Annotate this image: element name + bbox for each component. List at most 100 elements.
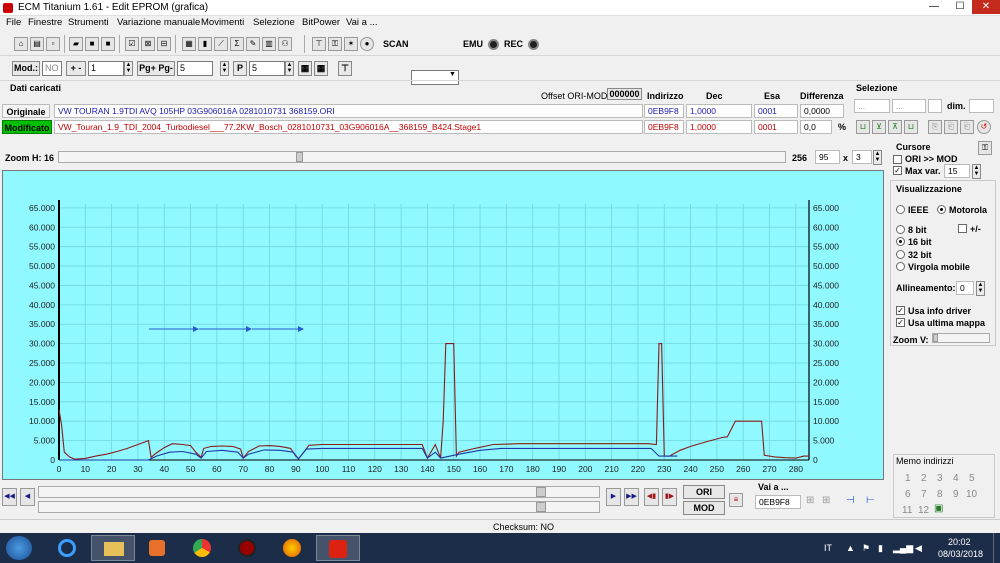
memo-8[interactable]: 8 [937,489,943,500]
h-scroll-mod[interactable] [38,501,600,513]
paste-icon[interactable]: ⎗ [944,120,958,134]
line-chart[interactable]: 0 05.000 5.00010.000 10.00015.000 15.00020.0… [3,171,885,481]
firefox-taskbar-icon[interactable] [271,535,315,561]
memo-12[interactable]: 12 [918,505,929,516]
menu-variazione-manuale[interactable]: Variazione manuale [117,17,200,28]
lock-icon[interactable]: ⚿ [328,37,342,51]
signed-checkbox[interactable] [958,224,967,233]
checkbox-icon[interactable]: ☑ [125,37,139,51]
save-icon[interactable]: ■ [85,37,99,51]
home-icon[interactable]: ⌂ [14,37,28,51]
float-radio[interactable] [896,262,905,271]
menu-finestre[interactable]: Finestre [28,17,62,28]
align-spinner[interactable]: ▲ ▼ [976,281,985,296]
windows-icon[interactable]: ▤ [30,37,44,51]
tray-time[interactable]: 20:02 [948,537,971,547]
menu-bitpower[interactable]: BitPower [302,17,340,28]
flag-icon[interactable]: ≡ [729,493,743,507]
memo-2[interactable]: 2 [921,473,927,484]
open-folder-icon[interactable]: ▰ [69,37,83,51]
emu-toggle[interactable] [488,39,499,50]
menu-strumenti[interactable]: Strumenti [68,17,109,28]
driver2-icon[interactable]: ⊤ [338,61,352,76]
language-indicator[interactable]: IT [824,543,832,553]
memo-11[interactable]: 11 [902,505,912,516]
zoom-mult-spinner[interactable]: ▲ ▼ [873,150,882,165]
tray-arrow-icon[interactable]: ▲ [846,543,855,553]
p-icon[interactable]: P [233,61,247,76]
plus-minus-button[interactable]: + - [66,61,86,76]
close-button[interactable]: ✕ [972,0,1000,14]
zoom-h-thumb[interactable] [296,152,303,162]
mod-button[interactable]: MOD [683,501,725,515]
memo-6[interactable]: 6 [905,489,911,500]
prev-diff-icon[interactable]: ◀▮ [644,488,659,506]
pg-spinner[interactable]: ▲ ▼ [220,61,229,76]
vai-a-input[interactable]: 0EB9F8 [755,495,801,509]
p-input[interactable]: 5 [249,61,285,76]
menu-movimenti[interactable]: Movimenti [201,17,244,28]
grid2-icon[interactable]: ▦ [314,61,328,76]
show-desktop-button[interactable] [993,533,1000,563]
network-tray-icon[interactable]: ▂▄▆ [893,543,913,554]
zoom-v-slider[interactable] [932,333,990,343]
max-var-input[interactable]: 15 [944,164,970,178]
flag-tray-icon[interactable]: ⚑ [862,543,870,554]
table-view2-icon[interactable]: ⊞ [822,495,830,506]
menu-selezione[interactable]: Selezione [253,17,295,28]
new-icon[interactable]: ▫ [46,37,60,51]
selection-start[interactable]: ... [854,99,890,113]
memo-4[interactable]: 4 [953,473,959,484]
zoom-h-slider[interactable] [58,151,786,163]
table-view-icon[interactable]: ⊞ [806,495,814,506]
chrome-taskbar-icon[interactable] [181,535,225,561]
media-taskbar-icon[interactable] [136,535,180,561]
grid-icon[interactable]: ▦ [298,61,312,76]
binoculars-icon[interactable]: ⚇ [278,37,292,51]
memo-9[interactable]: 9 [953,489,959,500]
zoom-mult-input[interactable]: 3 [852,150,872,164]
chart-line-icon[interactable]: ⟋ [214,37,228,51]
ori-button[interactable]: ORI [683,485,725,499]
marker-right-icon[interactable]: ⊢ [866,495,875,506]
minimize-button[interactable]: — [920,0,948,14]
ori-mod-checkbox[interactable] [893,155,902,164]
undo-icon[interactable]: ↺ [977,120,991,134]
pg-input[interactable]: 5 [177,61,213,76]
chart-area[interactable]: 0 0 5.000 5.000 10.000 10.000 15.000 15.000 20.0… [2,170,884,480]
memo-3[interactable]: 3 [937,473,943,484]
record-dot-icon[interactable]: ● [360,37,374,51]
driver-icon[interactable]: ⊤ [312,37,326,51]
battery-icon[interactable]: ▮ [198,37,212,51]
max-var-spinner[interactable]: ▲ ▼ [972,164,981,179]
copy-icon[interactable]: ⎘ [928,120,942,134]
apply-inc-icon[interactable]: ⊻ [872,120,886,134]
motorola-radio[interactable] [937,205,946,214]
memo-7[interactable]: 7 [921,489,927,500]
paste2-icon[interactable]: ⎗ [960,120,974,134]
pencil-icon[interactable]: ✎ [246,37,260,51]
bit8-radio[interactable] [896,225,905,234]
marker-left-icon[interactable]: ⊣ [846,495,855,506]
first-page-icon[interactable]: ◀◀ [2,488,17,506]
lock-icon[interactable]: ⚿ [978,141,992,155]
ecm-taskbar-icon[interactable] [316,535,360,561]
tray-date[interactable]: 08/03/2018 [938,549,983,559]
table-icon[interactable]: ▥ [262,37,276,51]
zoom-value-input[interactable]: 95 [815,150,840,164]
modified-diff[interactable]: 0,0 [800,120,832,134]
usa-info-checkbox[interactable]: ✓ [896,306,905,315]
align-input[interactable]: 0 [956,281,974,295]
p-spinner[interactable]: ▲ ▼ [285,61,294,76]
ie-taskbar-icon[interactable] [46,535,90,561]
battery-tray-icon[interactable]: ▮ [878,543,883,554]
menu-file[interactable]: File [6,17,21,28]
runner-icon[interactable]: ✶ [344,37,358,51]
dim-input[interactable] [969,99,994,113]
memo-save-icon[interactable]: ▣ [934,503,943,514]
menu-vai-a[interactable]: Vai a ... [346,17,378,28]
bit32-radio[interactable] [896,250,905,259]
prev-page-icon[interactable]: ◀ [20,488,35,506]
apply-dec-icon[interactable]: ⊼ [888,120,902,134]
memo-1[interactable]: 1 [905,473,911,484]
